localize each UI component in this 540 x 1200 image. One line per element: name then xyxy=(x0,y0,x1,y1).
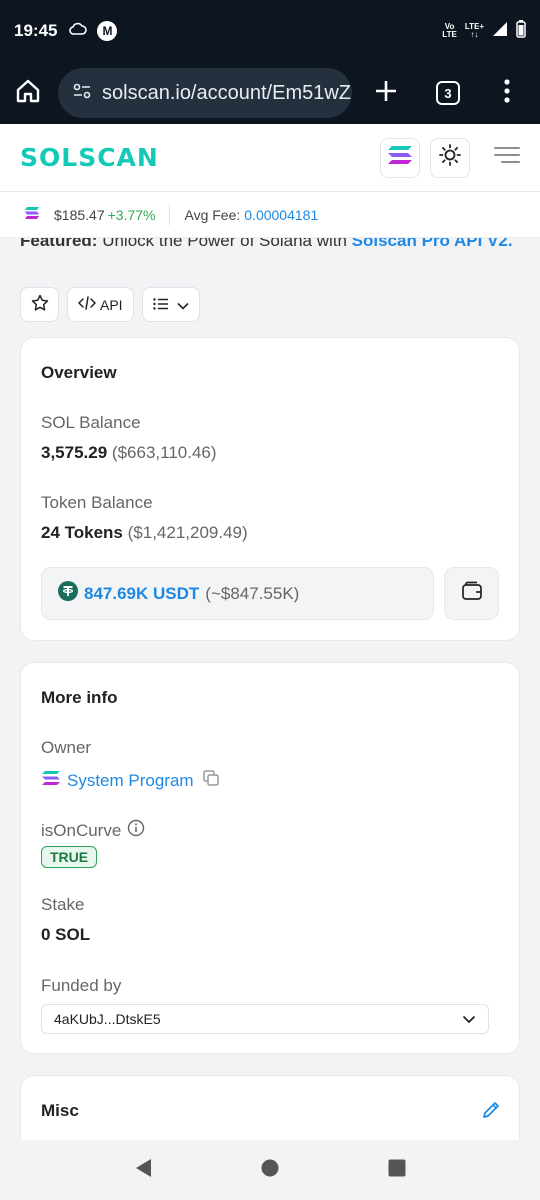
url-bar[interactable]: solscan.io/account/Em51wZ xyxy=(58,68,352,118)
cloud-icon xyxy=(69,22,88,41)
more-info-card: More info Owner System Program isOnCurve… xyxy=(20,662,520,1054)
owner-link[interactable]: System Program xyxy=(41,769,220,792)
lte-bottom: ↑↓ xyxy=(470,30,479,39)
tab-switcher-button[interactable]: 3 xyxy=(436,81,460,105)
price-divider xyxy=(169,204,171,225)
solana-owner-icon xyxy=(41,770,61,791)
featured-link[interactable]: Solscan Pro API V2. xyxy=(352,238,513,250)
token-balance-label: Token Balance xyxy=(41,493,153,512)
sol-price: $185.47 xyxy=(54,206,105,223)
page-content: Featured: Unlock the Power of Solana wit… xyxy=(0,238,540,1140)
chevron-down-icon xyxy=(177,297,189,313)
list-menu-button[interactable] xyxy=(141,287,200,322)
overview-card: Overview SOL Balance 3,575.29 ($663,110.… xyxy=(20,337,520,641)
funded-by-select[interactable]: 4aKUbJ...DtskE5 xyxy=(41,1004,489,1034)
stake-value: 0 SOL xyxy=(41,925,90,945)
api-button-label: API xyxy=(100,296,123,313)
avg-fee-value: 0.00004181 xyxy=(244,206,319,223)
site-settings-icon[interactable] xyxy=(72,81,92,106)
featured-text: Unlock the Power of Solana with xyxy=(97,238,352,250)
theme-toggle-button[interactable] xyxy=(430,137,470,178)
price-bar: $185.47 +3.77% Avg Fee: 0.00004181 xyxy=(0,192,540,238)
oncurve-label: isOnCurve xyxy=(41,820,122,840)
token-count: 24 Tokens xyxy=(41,523,123,542)
stake-amount: 0 SOL xyxy=(41,925,91,944)
back-icon[interactable] xyxy=(133,1157,153,1184)
account-actions: API xyxy=(20,287,200,322)
hamburger-menu-icon[interactable] xyxy=(494,146,520,169)
system-navigation-bar xyxy=(0,1140,540,1200)
token-amount: 847.69K USDT xyxy=(84,583,200,603)
overview-title: Overview xyxy=(41,363,117,382)
volte-indicator: Vo LTE xyxy=(442,23,457,39)
star-icon xyxy=(31,294,49,315)
owner-value[interactable]: System Program xyxy=(67,771,194,791)
oncurve-badge: TRUE xyxy=(41,846,98,868)
status-time: 19:45 xyxy=(14,21,58,40)
url-text[interactable]: solscan.io/account/Em51wZ xyxy=(102,82,351,105)
home-icon[interactable] xyxy=(14,77,42,110)
avg-fee-label: Avg Fee: xyxy=(184,206,241,223)
wallet-button[interactable] xyxy=(444,567,499,620)
code-icon xyxy=(78,296,96,313)
recents-icon[interactable] xyxy=(387,1158,407,1183)
sol-price-change: +3.77% xyxy=(107,206,156,223)
misc-card: Misc xyxy=(20,1075,520,1140)
network-selector-button[interactable] xyxy=(380,137,420,178)
usdt-icon xyxy=(58,581,78,606)
funded-chevron-down-icon xyxy=(462,1011,476,1027)
sol-balance-label: SOL Balance xyxy=(41,413,141,432)
token-balance-usd: ($1,421,209.49) xyxy=(127,523,248,542)
favorite-button[interactable] xyxy=(20,287,59,322)
solana-icon xyxy=(387,145,413,170)
sol-balance-value: 3,575.29 ($663,110.46) xyxy=(41,443,217,463)
funded-label: Funded by xyxy=(41,976,122,995)
sol-balance-usd: ($663,110.46) xyxy=(111,443,217,462)
token-holdings-dropdown[interactable]: 847.69K USDT (~$847.55K) xyxy=(41,567,434,620)
token-amount-usd: (~$847.55K) xyxy=(205,583,300,603)
motorola-icon: M xyxy=(97,21,118,41)
status-bar: 19:45 M Vo LTE LTE+ ↑↓ xyxy=(0,0,540,62)
stake-label: Stake xyxy=(41,895,85,914)
featured-prefix: Featured: xyxy=(20,238,98,250)
edit-pencil-icon[interactable] xyxy=(481,1100,501,1125)
more-info-title: More info xyxy=(41,688,118,707)
misc-title: Misc xyxy=(41,1101,79,1120)
sun-icon xyxy=(439,144,461,171)
browser-menu-icon[interactable] xyxy=(504,78,510,108)
funded-value: 4aKUbJ...DtskE5 xyxy=(54,1011,161,1027)
signal-icon xyxy=(492,21,508,42)
token-balance-value: 24 Tokens ($1,421,209.49) xyxy=(41,523,248,543)
volte-bottom: LTE xyxy=(442,30,457,39)
lte-indicator: LTE+ ↑↓ xyxy=(465,23,484,39)
new-tab-button[interactable] xyxy=(374,79,398,108)
battery-icon xyxy=(516,19,526,43)
sol-balance-amount: 3,575.29 xyxy=(41,443,108,462)
owner-label: Owner xyxy=(41,738,92,757)
solana-price-icon xyxy=(24,206,40,223)
api-button[interactable]: API xyxy=(67,287,134,322)
site-header: SOLSCAN xyxy=(0,124,540,192)
browser-toolbar: solscan.io/account/Em51wZ 3 xyxy=(0,62,540,124)
home-circle-icon[interactable] xyxy=(260,1158,280,1183)
wallet-icon xyxy=(461,581,483,606)
copy-icon[interactable] xyxy=(202,769,220,792)
oncurve-row: isOnCurve xyxy=(41,819,145,842)
info-icon[interactable] xyxy=(127,819,145,842)
featured-banner: Featured: Unlock the Power of Solana wit… xyxy=(20,238,520,256)
list-icon xyxy=(152,297,169,313)
solscan-logo[interactable]: SOLSCAN xyxy=(20,143,159,172)
